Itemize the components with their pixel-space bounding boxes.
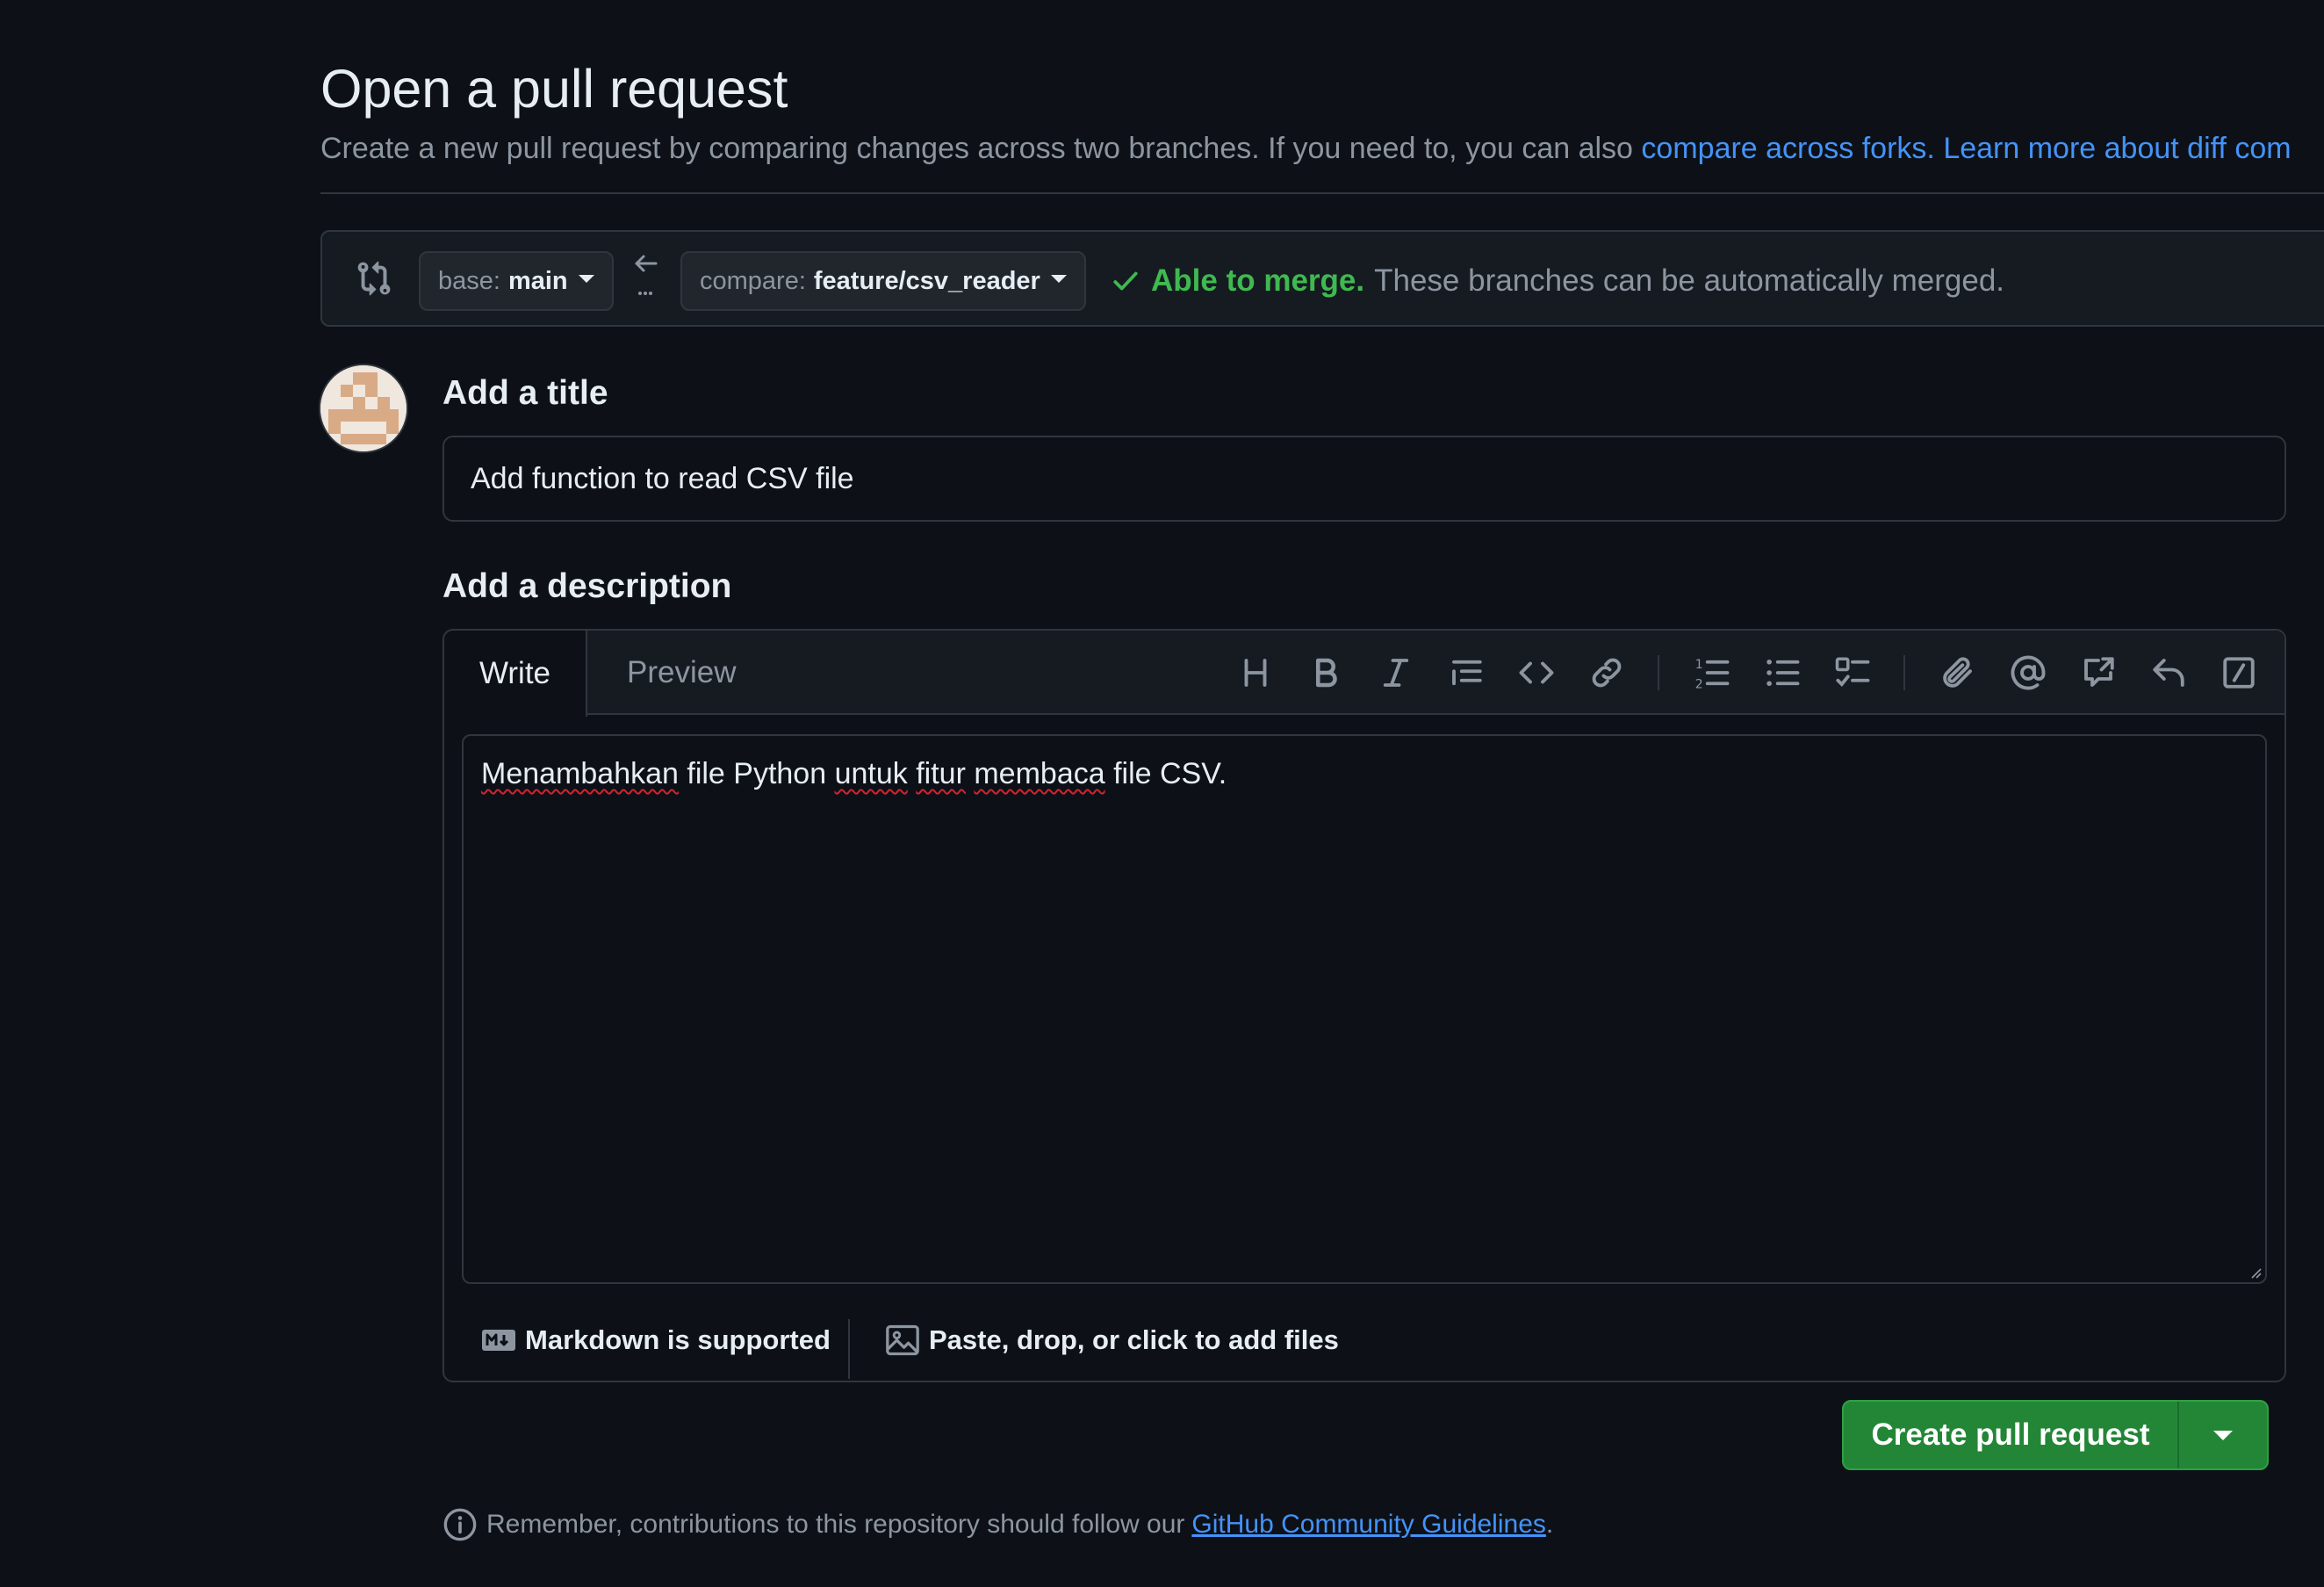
git-compare-icon [356, 258, 392, 303]
merge-status-detail: These branches can be automatically merg… [1374, 263, 2005, 298]
branch-range-editor: base: main compare: feature/csv_reader Abl… [320, 230, 2324, 327]
base-prefix: base: [438, 266, 500, 295]
info-icon [442, 1507, 478, 1542]
editor-header: Write Preview 12 [444, 631, 2284, 717]
check-icon [1111, 266, 1140, 296]
markdown-supported-link[interactable]: Markdown is supported [481, 1317, 831, 1363]
reply-icon[interactable] [2146, 650, 2191, 696]
body-text-segment [966, 757, 974, 790]
page-subtitle: Create a new pull request by comparing c… [320, 132, 2292, 166]
misspelled-word: membaca [974, 757, 1105, 790]
attach-icon[interactable] [1935, 650, 1981, 696]
svg-text:2: 2 [1695, 678, 1703, 692]
page-title: Open a pull request [320, 59, 788, 119]
add-files-button[interactable]: Paste, drop, or click to add files [885, 1317, 1339, 1363]
triangle-down-icon [2213, 1430, 2233, 1440]
description-heading: Add a description [442, 567, 732, 605]
guidelines-note: Remember, contributions to this reposito… [442, 1507, 1553, 1542]
description-editor: Write Preview 12 Menambahkan file Python… [442, 629, 2286, 1382]
tab-preview[interactable]: Preview [627, 631, 736, 715]
misspelled-word: untuk [834, 757, 908, 790]
markdown-note: Markdown is supported [525, 1324, 831, 1355]
numbered-list-icon[interactable]: 12 [1689, 650, 1735, 696]
compare-forks-link[interactable]: compare across forks. [1641, 132, 1934, 165]
base-branch-name: main [507, 266, 568, 295]
community-guidelines-link[interactable]: GitHub Community Guidelines [1191, 1510, 1546, 1540]
resize-handle-icon[interactable] [2248, 1265, 2262, 1279]
link-icon[interactable] [1584, 650, 1630, 696]
svg-text:1: 1 [1695, 658, 1703, 672]
learn-more-link[interactable]: Learn more about diff com [1943, 132, 2291, 165]
bold-icon[interactable] [1303, 650, 1349, 696]
task-list-icon[interactable] [1830, 650, 1875, 696]
guidelines-period: . [1545, 1510, 1554, 1539]
description-textarea[interactable]: Menambahkan file Python untuk fitur memb… [462, 734, 2267, 1284]
create-options-dropdown[interactable] [2179, 1402, 2267, 1468]
unordered-list-icon[interactable] [1759, 650, 1805, 696]
editor-footer: Markdown is supported Paste, drop, or cl… [444, 1298, 2284, 1382]
toolbar-divider [1903, 655, 1905, 690]
divider [320, 192, 2324, 194]
misspelled-word: fitur [916, 757, 966, 790]
avatar [319, 364, 408, 453]
guidelines-text: Remember, contributions to this reposito… [486, 1510, 1185, 1539]
footer-divider [848, 1319, 850, 1379]
description-text: Menambahkan file Python untuk fitur memb… [481, 757, 1227, 791]
title-input[interactable]: Add function to read CSV file [442, 436, 2286, 522]
body-text-segment [908, 757, 916, 790]
heading-icon[interactable] [1233, 650, 1278, 696]
image-icon [885, 1324, 920, 1356]
subtitle-text: Create a new pull request by comparing c… [320, 132, 1642, 165]
tab-write[interactable]: Write [444, 631, 588, 717]
cross-reference-icon[interactable] [2076, 650, 2121, 696]
title-heading: Add a title [442, 374, 608, 412]
create-pull-request-button[interactable]: Create pull request [1844, 1402, 2179, 1468]
markdown-icon [481, 1329, 516, 1352]
slash-commands-icon[interactable] [2216, 650, 2262, 696]
body-text-segment: file Python [678, 757, 835, 790]
arrow-left-icon [630, 253, 661, 310]
compare-prefix: compare: [700, 266, 806, 295]
toolbar-divider [1658, 655, 1659, 690]
files-note: Paste, drop, or click to add files [929, 1324, 1339, 1355]
base-branch-select[interactable]: base: main [419, 251, 614, 311]
compare-branch-name: feature/csv_reader [813, 266, 1040, 295]
merge-status: Able to merge. These branches can be aut… [1111, 263, 2004, 299]
caret-down-icon [1050, 274, 1067, 283]
mention-icon[interactable] [2005, 650, 2051, 696]
create-pull-request-button-group: Create pull request [1842, 1400, 2269, 1470]
italic-icon[interactable] [1373, 650, 1419, 696]
body-text-segment: file CSV. [1104, 757, 1227, 790]
misspelled-word: Menambahkan [481, 757, 679, 790]
caret-down-icon [578, 274, 594, 283]
compare-branch-select[interactable]: compare: feature/csv_reader [680, 251, 1086, 311]
merge-status-label: Able to merge. [1151, 263, 1365, 298]
quote-icon[interactable] [1443, 650, 1489, 696]
code-icon[interactable] [1514, 650, 1559, 696]
